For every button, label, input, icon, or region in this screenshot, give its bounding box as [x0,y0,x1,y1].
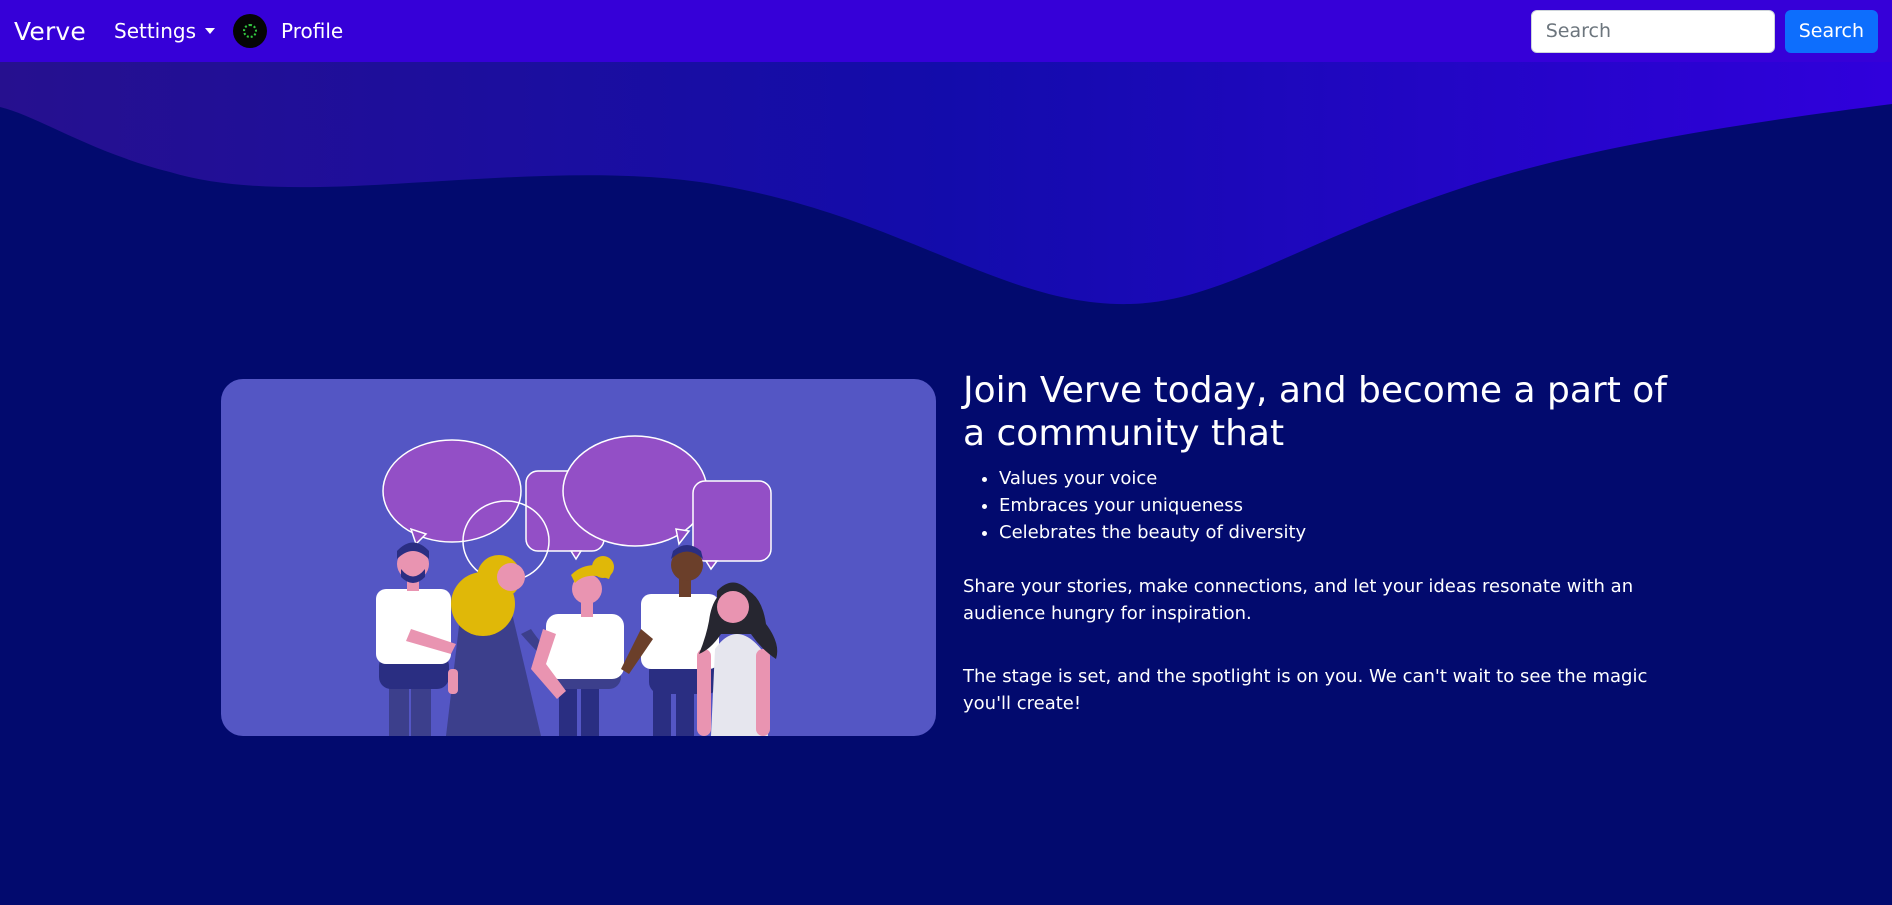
avatar-icon [243,24,258,38]
feature-item: Embraces your uniqueness [999,492,1683,519]
caret-down-icon [205,28,216,34]
decorative-wave [0,62,1892,305]
profile-link[interactable]: Profile [281,19,343,43]
settings-dropdown[interactable]: Settings [114,19,216,43]
settings-label: Settings [114,19,197,43]
hero-headline: Join Verve today, and become a part of a… [963,370,1667,454]
navbar: Verve Settings Profile Search [0,0,1892,62]
feature-item: Celebrates the beauty of diversity [999,519,1683,546]
hero-paragraph-2: The stage is set, and the spotlight is o… [963,666,1648,714]
search-button[interactable]: Search [1784,9,1878,53]
feature-item: Values your voice [999,465,1683,492]
hero-illustration [221,379,936,736]
search-input[interactable] [1530,9,1775,53]
features-list: Values your voice Embraces your uniquene… [999,465,1683,546]
hero-content: Join Verve today, and become a part of a… [963,369,1683,717]
brand-logo[interactable]: Verve [14,17,86,46]
community-people-illustration [376,435,778,736]
avatar[interactable] [233,14,268,48]
hero-paragraph-1: Share your stories, make connections, an… [963,576,1634,624]
search-form: Search [1530,9,1878,53]
